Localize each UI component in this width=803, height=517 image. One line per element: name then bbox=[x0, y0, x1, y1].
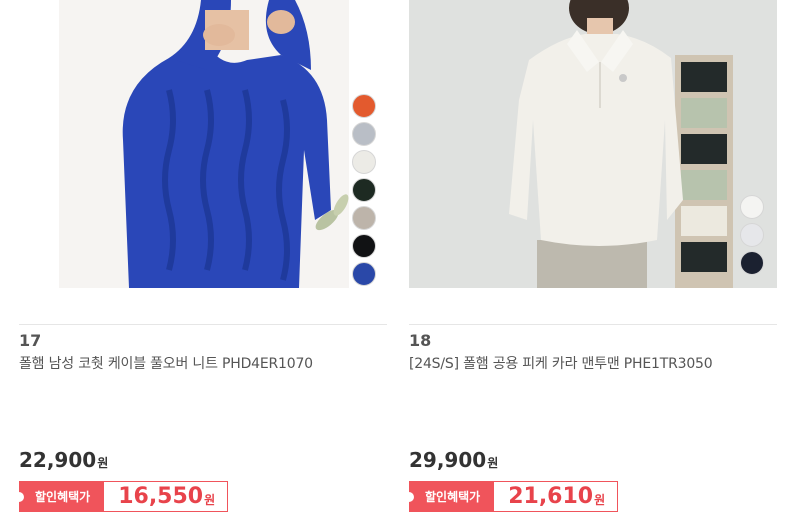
discount-price: 16,550 원 bbox=[104, 481, 229, 512]
color-swatch-list bbox=[740, 195, 764, 275]
product-price: 29,900원 bbox=[409, 448, 499, 472]
color-swatch[interactable] bbox=[352, 234, 376, 258]
divider bbox=[19, 324, 387, 325]
color-swatch[interactable] bbox=[740, 251, 764, 275]
divider bbox=[409, 324, 777, 325]
discount-price-badge: 할인혜택가 21,610 원 bbox=[403, 481, 619, 512]
product-rank: 17 bbox=[19, 331, 42, 350]
color-swatch[interactable] bbox=[352, 122, 376, 146]
discount-label: 할인혜택가 bbox=[403, 481, 495, 512]
color-swatch[interactable] bbox=[740, 223, 764, 247]
product-price: 22,900원 bbox=[19, 448, 109, 472]
color-swatch[interactable] bbox=[352, 150, 376, 174]
color-swatch[interactable] bbox=[352, 262, 376, 286]
color-swatch-list bbox=[352, 94, 376, 286]
color-swatch[interactable] bbox=[352, 94, 376, 118]
discount-price: 21,610 원 bbox=[494, 481, 619, 512]
product-title[interactable]: [24S/S] 폴햄 공용 피케 카라 맨투맨 PHE1TR3050 bbox=[409, 353, 713, 373]
product-rank: 18 bbox=[409, 331, 432, 350]
color-swatch[interactable] bbox=[352, 206, 376, 230]
discount-price-badge: 할인혜택가 16,550 원 bbox=[13, 481, 229, 512]
color-swatch[interactable] bbox=[740, 195, 764, 219]
color-swatch[interactable] bbox=[352, 178, 376, 202]
product-image[interactable] bbox=[19, 0, 387, 288]
discount-label: 할인혜택가 bbox=[13, 481, 105, 512]
product-image[interactable] bbox=[409, 0, 777, 288]
product-card[interactable]: 17 폴햄 남성 코췃 케이블 풀오버 니트 PHD4ER1070 22,900… bbox=[13, 0, 387, 517]
product-title[interactable]: 폴햄 남성 코췃 케이블 풀오버 니트 PHD4ER1070 bbox=[19, 353, 313, 373]
product-card[interactable]: 18 [24S/S] 폴햄 공용 피케 카라 맨투맨 PHE1TR3050 29… bbox=[403, 0, 777, 517]
